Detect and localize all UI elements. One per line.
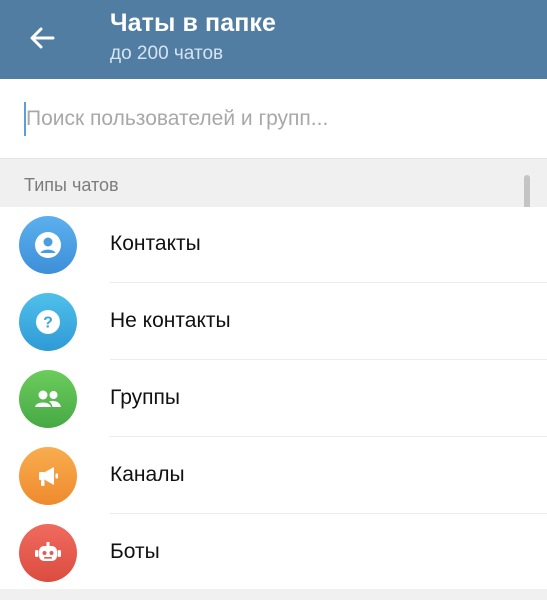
search-input[interactable]	[22, 101, 526, 137]
divider	[110, 282, 547, 283]
divider	[110, 436, 547, 437]
group-icon	[19, 370, 77, 428]
chat-type-list: Контакты ? Не контакты Группы Каналы Бот…	[0, 207, 547, 589]
list-item-bots[interactable]: Боты	[0, 515, 547, 591]
megaphone-icon	[19, 447, 77, 505]
section-title: Типы чатов	[24, 175, 119, 195]
bot-icon	[19, 524, 77, 582]
item-label: Группы	[110, 386, 180, 409]
arrow-left-icon	[30, 27, 55, 49]
divider	[110, 513, 547, 514]
item-label: Каналы	[110, 463, 185, 486]
item-label: Контакты	[110, 232, 201, 255]
item-label: Боты	[110, 540, 160, 563]
question-icon: ?	[19, 293, 77, 351]
back-button[interactable]	[22, 18, 62, 58]
page-title: Чаты в папке	[110, 9, 277, 37]
page-subtitle: до 200 чатов	[110, 43, 224, 64]
list-item-non-contacts[interactable]: ? Не контакты	[0, 284, 547, 360]
divider	[110, 359, 547, 360]
section-header: Типы чатов	[0, 159, 547, 207]
text-cursor	[24, 102, 26, 136]
person-icon	[19, 216, 77, 274]
list-item-groups[interactable]: Группы	[0, 361, 547, 437]
search-bar	[0, 79, 547, 159]
svg-text:?: ?	[43, 315, 53, 332]
app-header: Чаты в папке до 200 чатов	[0, 0, 547, 79]
item-label: Не контакты	[110, 309, 231, 332]
list-item-contacts[interactable]: Контакты	[0, 207, 547, 283]
bottom-bar	[0, 589, 547, 600]
list-item-channels[interactable]: Каналы	[0, 438, 547, 514]
